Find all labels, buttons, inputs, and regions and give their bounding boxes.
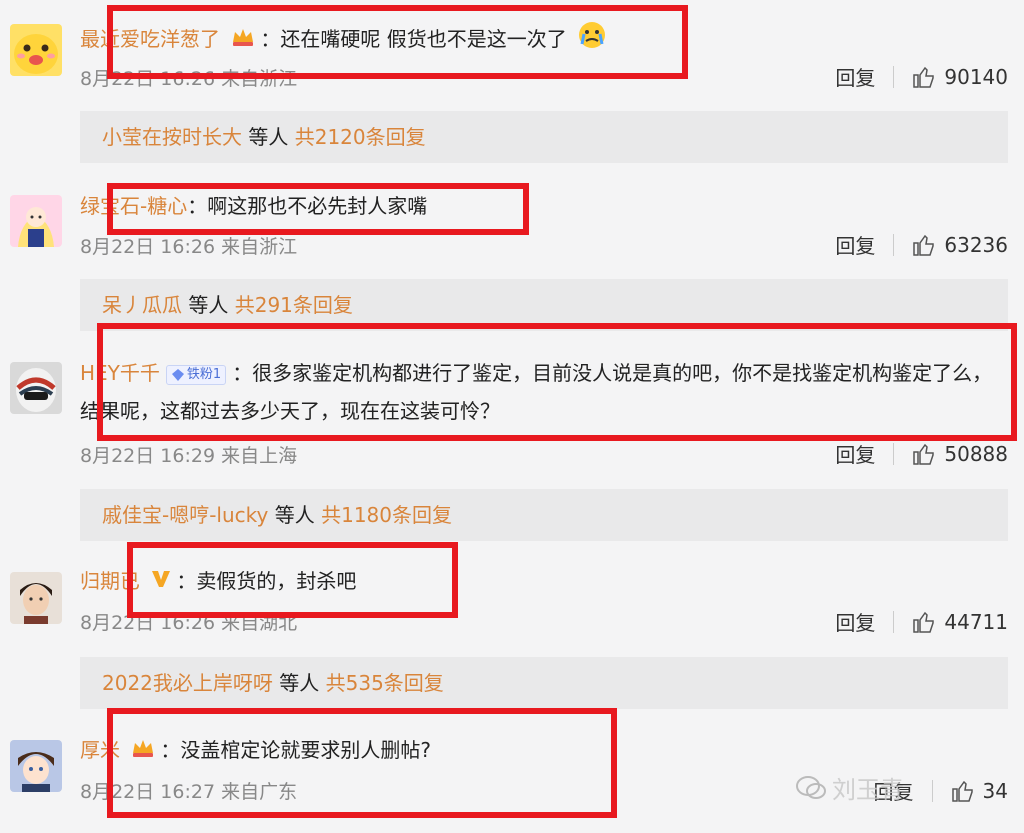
- reply-mid: 等人: [182, 293, 235, 317]
- comment-actions: 回复 50888: [835, 439, 1008, 468]
- comment-text-line: 绿宝石-糖心：啊这那也不必先封人家嘴: [80, 188, 1008, 224]
- colon: ：: [260, 27, 281, 51]
- like-button[interactable]: 34: [951, 779, 1008, 803]
- like-count: 34: [982, 778, 1008, 803]
- thumbs-up-icon: [913, 611, 935, 633]
- reply-summary[interactable]: 小莹在按时长大 等人 共2120条回复: [80, 111, 1008, 163]
- fan-badge: 铁粉1: [165, 364, 227, 385]
- crown-badge-icon: [130, 734, 156, 770]
- reply-total-link[interactable]: 共1180条回复: [321, 503, 452, 527]
- comment-actions: 回复 63236: [835, 230, 1008, 259]
- username-link[interactable]: HEY千千: [80, 361, 160, 385]
- diamond-icon: [171, 368, 184, 381]
- comment-text-line: 归期已 ：卖假货的，封杀吧: [80, 563, 1008, 601]
- reply-user[interactable]: 小莹在按时长大: [102, 125, 242, 149]
- reply-mid: 等人: [242, 125, 295, 149]
- avatar[interactable]: [10, 740, 62, 792]
- thumbs-up-icon: [913, 234, 935, 256]
- username-link[interactable]: 厚米: [80, 738, 120, 762]
- reply-mid: 等人: [272, 671, 326, 695]
- comment-body: 还在嘴硬呢 假货也不是这一次了: [280, 27, 567, 51]
- like-button[interactable]: 50888: [912, 442, 1008, 466]
- thumbs-up-icon: [951, 780, 973, 802]
- avatar[interactable]: [10, 572, 62, 624]
- reply-total-link[interactable]: 共2120条回复: [295, 125, 426, 149]
- reply-button[interactable]: 回复: [835, 62, 875, 91]
- avatar[interactable]: [10, 24, 62, 76]
- reply-button[interactable]: 回复: [835, 607, 875, 636]
- comment-meta: 8月22日 16:26 来自浙江: [80, 68, 298, 90]
- comment-meta: 8月22日 16:26 来自湖北: [80, 612, 298, 634]
- thumbs-up-icon: [913, 443, 935, 465]
- fan-badge-label: 铁粉1: [186, 366, 222, 382]
- like-count: 44711: [944, 609, 1008, 634]
- reply-user[interactable]: 戚佳宝-嗯哼-lucky: [102, 503, 268, 527]
- username-link[interactable]: 绿宝石-糖心: [80, 194, 187, 218]
- comment-meta: 8月22日 16:27 来自广东: [80, 781, 298, 803]
- reply-user[interactable]: 呆丿瓜瓜: [102, 293, 182, 317]
- reply-user[interactable]: 2022我必上岸呀呀: [102, 671, 273, 695]
- comment-meta: 8月22日 16:26 来自浙江: [80, 236, 298, 258]
- comment-text-line: HEY千千 铁粉1 ：很多家鉴定机构都进行了鉴定，目前没人说是真的吧，你不是找鉴定机…: [80, 354, 1008, 430]
- thumbs-up-icon: [913, 66, 935, 88]
- vip-v-icon: [150, 565, 172, 601]
- like-count: 63236: [944, 232, 1008, 257]
- reply-summary[interactable]: 2022我必上岸呀呀 等人 共535条回复: [80, 657, 1008, 709]
- divider: [893, 442, 895, 465]
- reply-button[interactable]: 回复: [835, 230, 875, 259]
- crying-face-icon: [577, 20, 607, 61]
- watermark: 刘玉青: [796, 770, 904, 805]
- divider: [893, 610, 895, 633]
- comment-actions: 回复 90140: [835, 62, 1008, 91]
- like-button[interactable]: 90140: [912, 65, 1008, 89]
- comment-meta: 8月22日 16:29 来自上海: [80, 445, 298, 467]
- username-link[interactable]: 归期已: [80, 569, 140, 593]
- divider: [893, 65, 895, 88]
- avatar[interactable]: [10, 362, 62, 414]
- wechat-icon: [796, 775, 826, 799]
- comment-body: 没盖棺定论就要求别人删帖?: [180, 738, 431, 762]
- username-link[interactable]: 最近爱吃洋葱了: [80, 27, 220, 51]
- colon: ：: [176, 569, 197, 593]
- watermark-text: 刘玉青: [832, 776, 904, 804]
- like-button[interactable]: 63236: [912, 233, 1008, 257]
- reply-summary[interactable]: 呆丿瓜瓜 等人 共291条回复: [80, 279, 1008, 331]
- like-count: 50888: [944, 441, 1008, 466]
- reply-button[interactable]: 回复: [835, 439, 875, 468]
- divider: [893, 233, 895, 256]
- avatar[interactable]: [10, 195, 62, 247]
- divider: [931, 779, 933, 802]
- like-count: 90140: [944, 64, 1008, 89]
- reply-total-link[interactable]: 共535条回复: [326, 671, 444, 695]
- reply-mid: 等人: [268, 503, 322, 527]
- reply-summary[interactable]: 戚佳宝-嗯哼-lucky 等人 共1180条回复: [80, 489, 1008, 541]
- crown-badge-icon: [230, 23, 256, 59]
- colon: ：: [187, 194, 208, 218]
- reply-total-link[interactable]: 共291条回复: [235, 293, 353, 317]
- like-button[interactable]: 44711: [912, 610, 1008, 634]
- comment-text-line: 最近爱吃洋葱了 ：还在嘴硬呢 假货也不是这一次了: [80, 20, 1008, 61]
- comment-body: 啊这那也不必先封人家嘴: [207, 194, 428, 218]
- colon: ：: [232, 361, 253, 385]
- comment-body: 卖假货的，封杀吧: [196, 569, 357, 593]
- comment-actions: 回复 44711: [835, 607, 1008, 636]
- comment-text-line: 厚米 ：没盖棺定论就要求别人删帖?: [80, 732, 1008, 770]
- colon: ：: [160, 738, 181, 762]
